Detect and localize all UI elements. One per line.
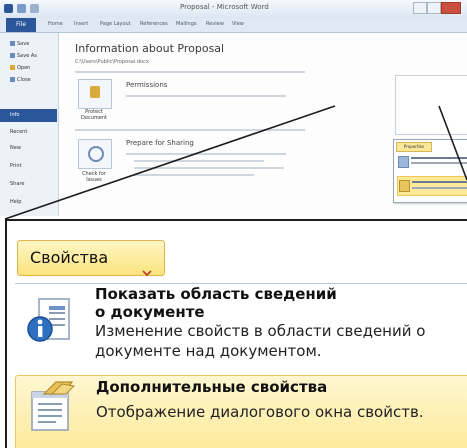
permissions-text	[126, 95, 286, 97]
tab-insert[interactable]: Insert	[74, 21, 88, 27]
advanced-properties-title: Дополнительные свойства	[96, 378, 328, 396]
nav-save[interactable]: Save	[10, 41, 29, 47]
prepare-text	[134, 174, 254, 176]
prepare-text	[126, 153, 286, 155]
window-controls	[413, 2, 461, 14]
nav-recent[interactable]: Recent	[10, 129, 27, 135]
document-preview	[395, 75, 467, 135]
tab-view[interactable]: View	[232, 21, 244, 27]
word-logo-icon	[4, 4, 13, 13]
maximize-button[interactable]	[427, 2, 441, 14]
mini-show-panel[interactable]	[397, 153, 467, 173]
tab-references[interactable]: References	[140, 21, 168, 27]
properties-dropdown-button[interactable]: Свойства	[17, 240, 165, 277]
tab-file[interactable]: File	[6, 18, 36, 32]
inspect-icon	[88, 146, 104, 162]
nav-close[interactable]: Close	[10, 77, 31, 83]
mini-text	[412, 187, 467, 189]
mini-text	[411, 157, 467, 159]
nav-print[interactable]: Print	[10, 163, 22, 169]
word-backstage-window: Proposal - Microsoft Word File Home Inse…	[0, 0, 467, 216]
backstage-nav: Save Save As Open Close Info Recent New …	[0, 33, 59, 216]
tab-mailings[interactable]: Mailings	[176, 21, 197, 27]
prepare-heading: Prepare for Sharing	[126, 139, 194, 147]
permissions-heading: Permissions	[126, 81, 168, 89]
show-panel-title-line1: Показать область сведений	[95, 285, 337, 303]
ribbon-tabs: File Home Insert Page Layout References …	[0, 18, 467, 33]
nav-help[interactable]: Help	[10, 199, 21, 205]
nav-save-as[interactable]: Save As	[10, 53, 37, 59]
protect-document-button[interactable]	[78, 79, 112, 109]
close-doc-icon	[10, 77, 15, 82]
open-folder-icon	[10, 65, 15, 70]
check-for-issues-label: Check for Issues	[82, 171, 106, 183]
mini-text	[412, 181, 467, 183]
check-for-issues-button[interactable]	[78, 139, 112, 169]
tab-review[interactable]: Review	[206, 21, 224, 27]
advanced-properties-icon	[31, 381, 76, 431]
properties-mini-button[interactable]: Properties	[396, 142, 432, 152]
save-icon	[10, 41, 15, 46]
nav-open[interactable]: Open	[10, 65, 30, 71]
properties-menu-thumbnail: Properties	[393, 139, 467, 203]
show-document-panel-item[interactable]: Показать область сведений о документе Из…	[15, 285, 467, 367]
advanced-properties-description: Отображение диалогового окна свойств.	[96, 403, 424, 421]
tab-page-layout[interactable]: Page Layout	[100, 21, 131, 27]
show-panel-title-line2: о документе	[95, 303, 205, 321]
save-quick-icon[interactable]	[17, 4, 26, 13]
window-title: Proposal - Microsoft Word	[180, 3, 269, 11]
prepare-text	[134, 167, 284, 169]
document-path: C:\Users\Public\Proposal.docx	[75, 59, 149, 65]
divider	[75, 129, 305, 131]
show-panel-description: Изменение свойств в области сведений о д…	[95, 322, 426, 360]
menu-divider	[15, 283, 467, 284]
save-as-icon	[10, 53, 15, 58]
advanced-properties-item[interactable]: Дополнительные свойства Отображение диал…	[15, 375, 467, 448]
info-pane: Information about Proposal C:\Users\Publ…	[58, 33, 467, 216]
mini-advanced[interactable]	[397, 176, 467, 196]
nav-share[interactable]: Share	[10, 181, 24, 187]
close-button[interactable]	[441, 2, 461, 14]
nav-new[interactable]: New	[10, 145, 21, 151]
divider	[75, 71, 305, 73]
nav-info[interactable]: Info	[0, 109, 57, 122]
zoomed-properties-menu: Свойства Показать область сведений о док…	[5, 219, 467, 448]
document-panel-icon	[27, 298, 70, 342]
tab-home[interactable]: Home	[48, 21, 63, 27]
minimize-button[interactable]	[413, 2, 427, 14]
undo-quick-icon[interactable]	[30, 4, 39, 13]
page-title: Information about Proposal	[75, 42, 225, 55]
prepare-text	[134, 160, 264, 162]
document-panel-icon	[398, 156, 409, 168]
lock-icon	[90, 86, 100, 98]
protect-document-label: Protect Document	[81, 109, 107, 121]
mini-text	[411, 162, 467, 164]
advanced-properties-icon	[399, 180, 410, 192]
properties-button-label: Свойства	[30, 248, 109, 267]
title-bar: Proposal - Microsoft Word	[0, 0, 467, 18]
